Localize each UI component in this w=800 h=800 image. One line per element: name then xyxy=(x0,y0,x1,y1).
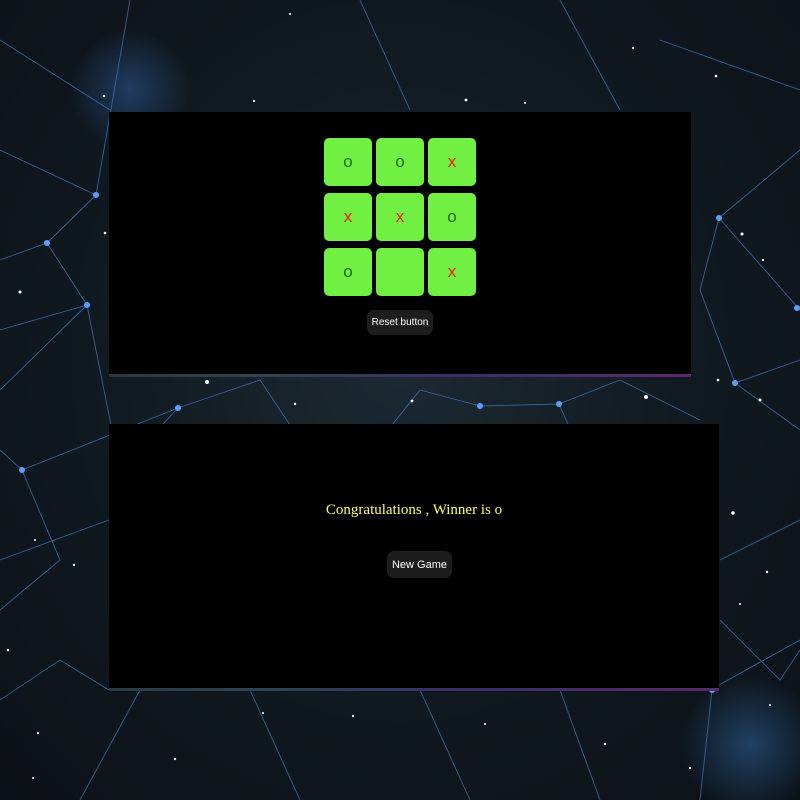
board-cell-6[interactable]: o xyxy=(428,193,476,241)
board-cell-5[interactable]: x xyxy=(376,193,424,241)
board-cell-7[interactable]: o xyxy=(324,248,372,296)
reset-button[interactable]: Reset button xyxy=(367,310,433,335)
game-panel: o o x x x o o x Reset button xyxy=(109,112,691,377)
tic-tac-toe-board: o o x x x o o x xyxy=(324,138,476,296)
board-cell-1[interactable]: o xyxy=(324,138,372,186)
winner-message: Congratulations , Winner is o xyxy=(325,502,503,518)
panel-divider xyxy=(109,374,691,377)
new-game-button[interactable]: New Game xyxy=(387,551,452,578)
board-cell-8[interactable] xyxy=(376,248,424,296)
winner-panel: Congratulations , Winner is o New Game xyxy=(109,424,719,691)
board-cell-9[interactable]: x xyxy=(428,248,476,296)
board-cell-3[interactable]: x xyxy=(428,138,476,186)
board-cell-4[interactable]: x xyxy=(324,193,372,241)
board-cell-2[interactable]: o xyxy=(376,138,424,186)
panel-divider xyxy=(109,688,719,691)
